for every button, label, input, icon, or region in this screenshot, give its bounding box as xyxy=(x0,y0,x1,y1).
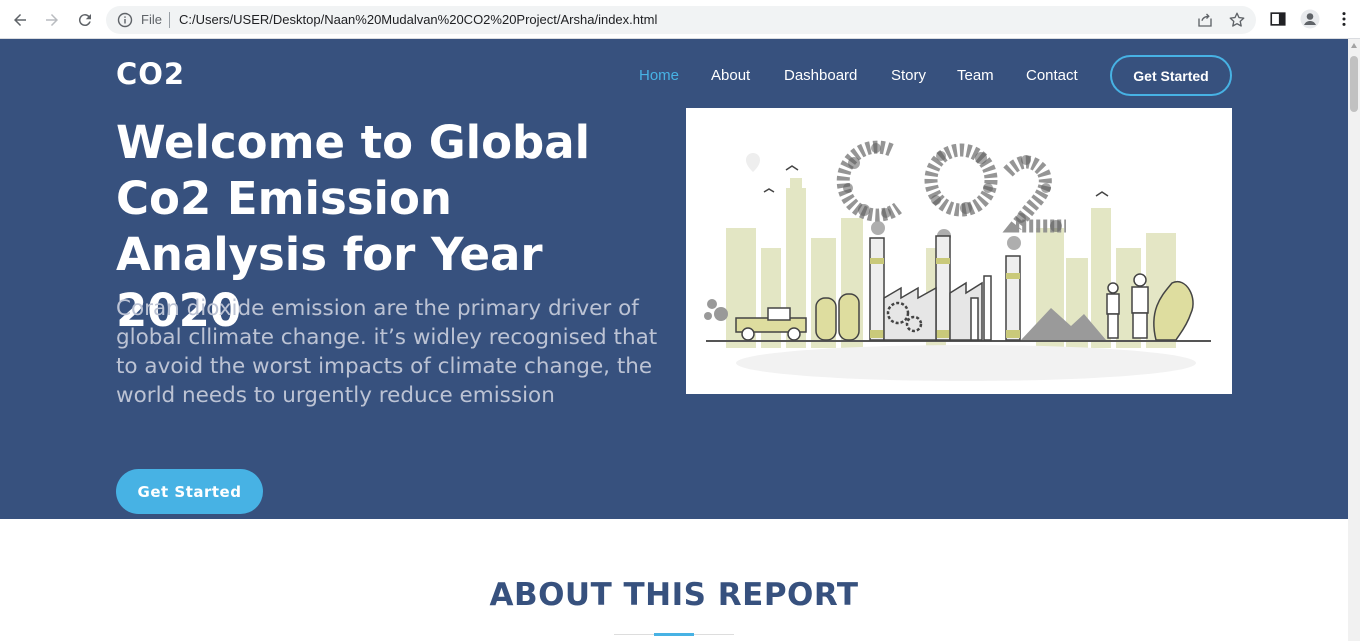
forward-icon[interactable] xyxy=(40,8,64,32)
info-icon[interactable] xyxy=(117,12,133,28)
bookmark-star-icon[interactable] xyxy=(1228,11,1246,29)
address-bar[interactable]: File C:/Users/USER/Desktop/Naan%20Mudalv… xyxy=(106,6,1256,34)
co2-factory-illustration xyxy=(704,140,1211,381)
hero-subtitle: Coran dioxide emission are the primary d… xyxy=(116,296,658,408)
url-text[interactable]: C:/Users/USER/Desktop/Naan%20Mudalvan%20… xyxy=(179,12,657,28)
reload-icon[interactable] xyxy=(73,8,97,32)
nav-get-started-button[interactable]: Get Started xyxy=(1110,55,1232,96)
omnibox-divider xyxy=(169,12,170,28)
share-icon[interactable] xyxy=(1196,11,1214,29)
nav-home[interactable]: Home xyxy=(639,66,679,86)
hero-section: CO2 Home About Dashboard Story Team Cont… xyxy=(0,39,1348,519)
nav-contact[interactable]: Contact xyxy=(1026,66,1078,86)
site-logo[interactable]: CO2 xyxy=(116,57,185,91)
browser-toolbar: File C:/Users/USER/Desktop/Naan%20Mudalv… xyxy=(0,0,1360,39)
file-scheme-label: File xyxy=(141,12,162,27)
hero-get-started-button[interactable]: Get Started xyxy=(116,469,263,514)
profile-avatar-icon[interactable] xyxy=(1300,9,1320,29)
nav-dashboard[interactable]: Dashboard xyxy=(784,66,857,86)
about-section-title: ABOUT THIS REPORT xyxy=(489,577,859,613)
menu-kebab-icon[interactable] xyxy=(1334,9,1354,29)
nav-about[interactable]: About xyxy=(711,66,750,86)
about-title-accent xyxy=(654,633,694,636)
nav-team[interactable]: Team xyxy=(957,66,994,86)
nav-story[interactable]: Story xyxy=(891,66,926,86)
side-panel-icon[interactable] xyxy=(1268,9,1288,29)
scroll-up-arrow-icon[interactable] xyxy=(1351,43,1357,48)
scrollbar-thumb[interactable] xyxy=(1350,56,1358,112)
hero-illustration xyxy=(686,108,1232,394)
back-icon[interactable] xyxy=(8,8,32,32)
page-scrollbar[interactable] xyxy=(1348,39,1360,641)
